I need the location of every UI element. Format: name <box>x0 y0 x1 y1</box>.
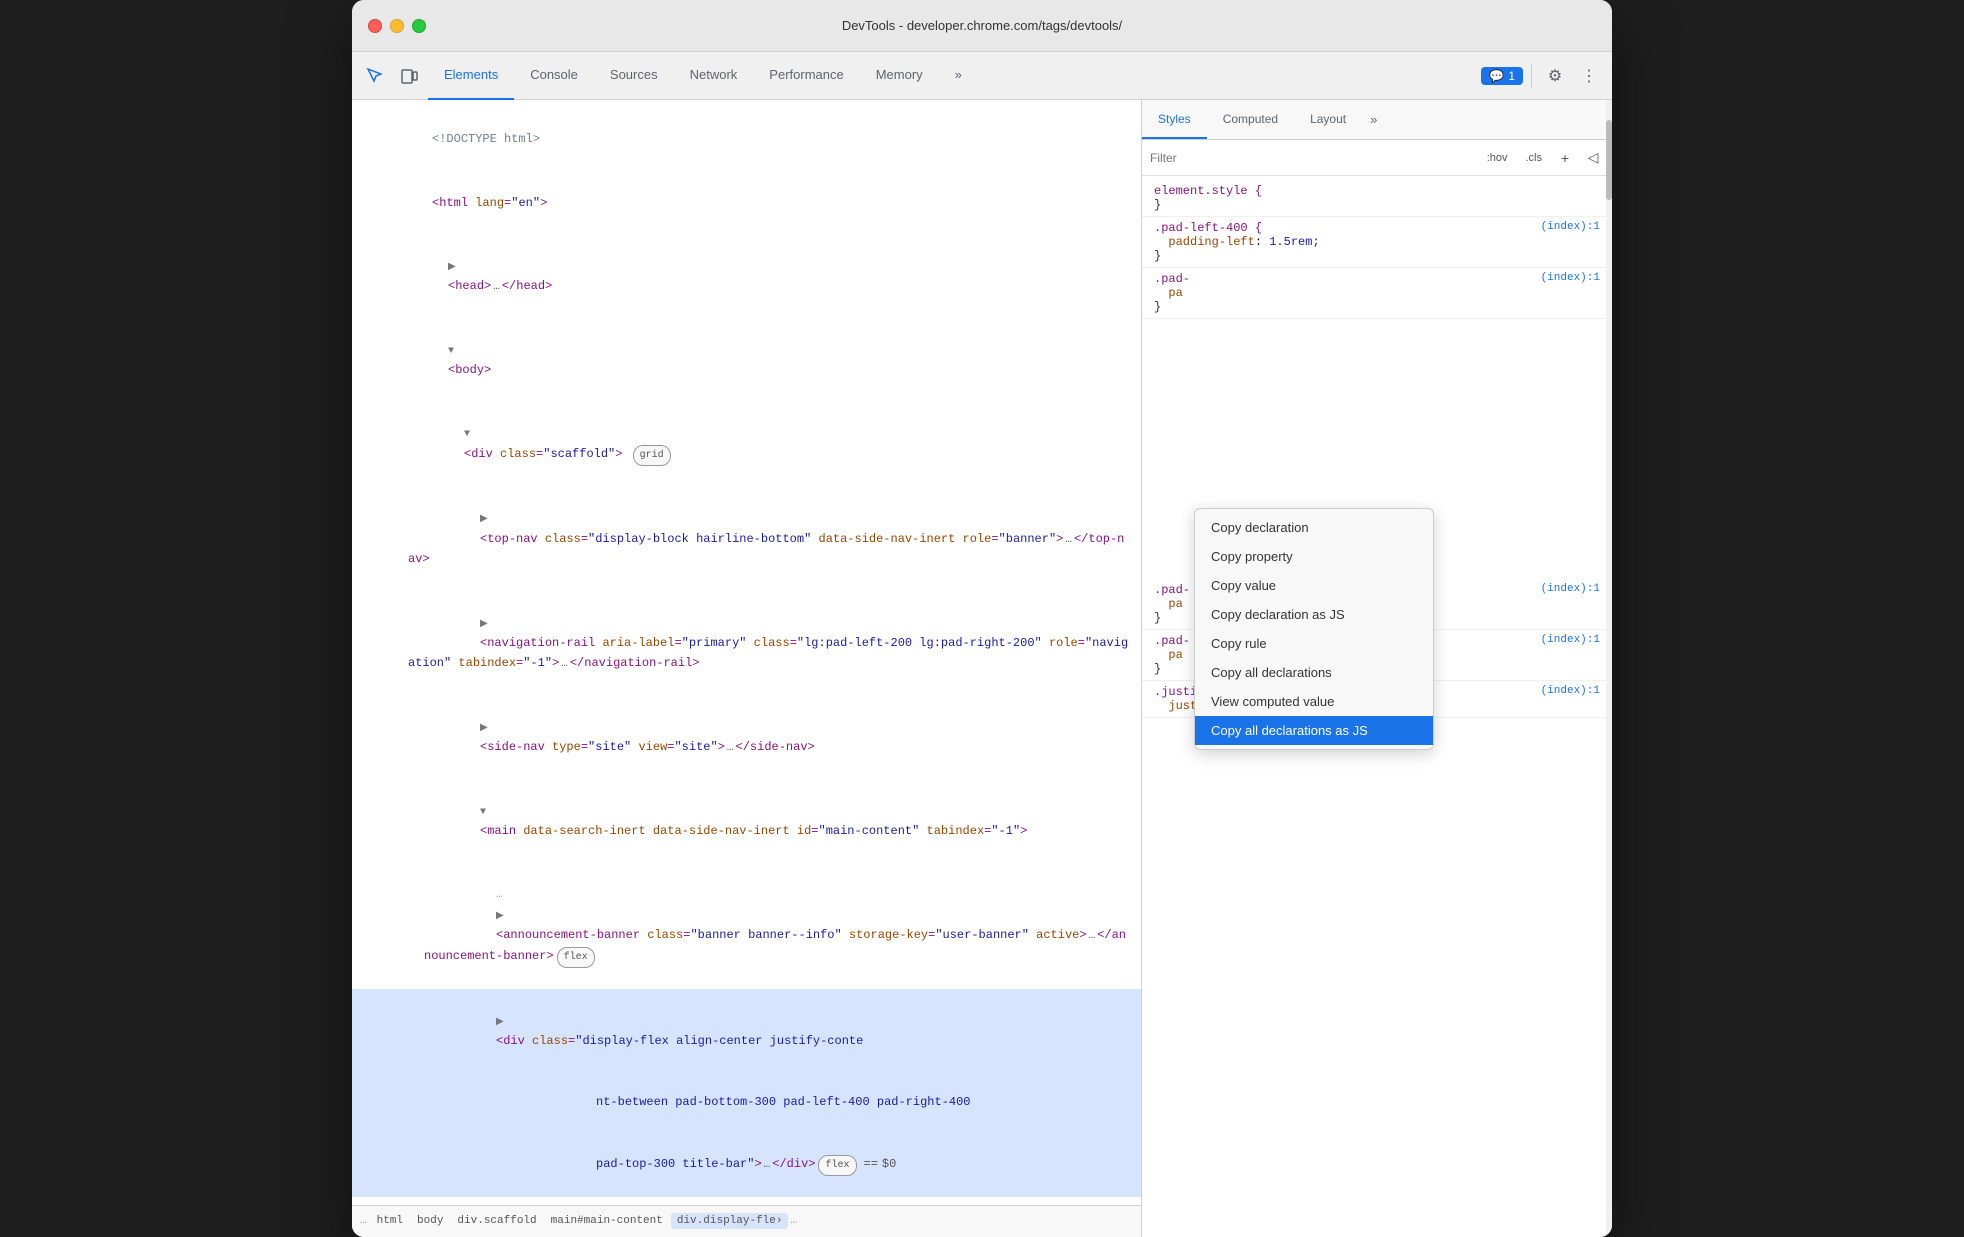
html-line[interactable]: ▶ <navigation-rail aria-label="primary" … <box>352 591 1141 695</box>
devtools-toolbar: Elements Console Sources Network Perform… <box>352 52 1612 100</box>
css-source[interactable]: (index):1 <box>1541 583 1600 595</box>
chat-count: 1 <box>1508 69 1515 83</box>
breadcrumb-body[interactable]: body <box>411 1213 449 1229</box>
inspect-element-button[interactable] <box>360 61 390 91</box>
breadcrumb-ellipsis: … <box>360 1215 367 1227</box>
elements-panel: <!DOCTYPE html> <html lang="en"> ▶ <head… <box>352 100 1142 1237</box>
breadcrumb-scaffold[interactable]: div.scaffold <box>451 1213 542 1229</box>
elements-content[interactable]: <!DOCTYPE html> <html lang="en"> ▶ <head… <box>352 100 1141 1205</box>
breadcrumb-html[interactable]: html <box>371 1213 409 1229</box>
tab-more[interactable]: » <box>939 52 978 100</box>
tab-sources[interactable]: Sources <box>594 52 674 100</box>
html-line[interactable]: ▶ <side-nav type="site" view="site">…</s… <box>352 695 1141 779</box>
html-line[interactable]: ▶ <top-nav class="display-block hairline… <box>352 487 1141 591</box>
device-toggle-button[interactable] <box>394 61 424 91</box>
css-property[interactable]: pa <box>1168 648 1182 662</box>
html-line[interactable]: <html lang="en"> <box>352 171 1141 234</box>
devtools-window: DevTools - developer.chrome.com/tags/dev… <box>352 0 1612 1237</box>
close-button[interactable] <box>368 19 382 33</box>
toolbar-divider <box>1531 64 1532 88</box>
context-menu-copy-all-js[interactable]: Copy all declarations as JS <box>1195 716 1433 745</box>
more-options-button[interactable]: ⋮ <box>1574 61 1604 91</box>
css-selector[interactable]: .pad- <box>1154 634 1190 648</box>
breadcrumb-div[interactable]: div.display-fle› <box>671 1213 789 1229</box>
styles-filter-input[interactable] <box>1150 146 1475 170</box>
css-rule-element-style: element.style { } <box>1142 180 1612 217</box>
html-line[interactable]: ▼ <main data-search-inert data-side-nav-… <box>352 779 1141 863</box>
html-line[interactable]: ▼ <body> <box>352 318 1141 402</box>
context-menu-copy-all-declarations[interactable]: Copy all declarations <box>1195 658 1433 687</box>
maximize-button[interactable] <box>412 19 426 33</box>
sidebar-toggle-button[interactable]: ◁ <box>1582 147 1604 169</box>
context-menu-copy-property[interactable]: Copy property <box>1195 542 1433 571</box>
chat-icon: 💬 <box>1489 69 1504 83</box>
css-rule-pad-left-400: .pad-left-400 { (index):1 padding-left: … <box>1142 217 1612 268</box>
css-source[interactable]: (index):1 <box>1541 685 1600 697</box>
styles-content: element.style { } .pad-left-400 { (index… <box>1142 176 1612 1237</box>
tab-performance[interactable]: Performance <box>753 52 859 100</box>
chat-button[interactable]: 💬 1 <box>1481 67 1523 85</box>
styles-filter-bar: :hov .cls + ◁ <box>1142 140 1612 176</box>
inspect-icon <box>366 67 384 85</box>
toolbar-right: 💬 1 ⚙ ⋮ <box>1481 61 1604 91</box>
window-title: DevTools - developer.chrome.com/tags/dev… <box>368 18 1596 33</box>
title-bar: DevTools - developer.chrome.com/tags/dev… <box>352 0 1612 52</box>
add-style-button[interactable]: + <box>1554 147 1576 169</box>
device-icon <box>400 67 418 85</box>
grid-badge[interactable]: grid <box>633 445 671 466</box>
tab-styles[interactable]: Styles <box>1142 100 1207 139</box>
context-menu-copy-declaration[interactable]: Copy declaration <box>1195 513 1433 542</box>
tab-console[interactable]: Console <box>514 52 594 100</box>
traffic-lights <box>368 19 426 33</box>
css-value[interactable]: 1.5rem; <box>1269 235 1319 249</box>
styles-panel: Styles Computed Layout » :hov .cls + ◁ <box>1142 100 1612 1237</box>
doctype-text: <!DOCTYPE html> <box>432 132 540 146</box>
main-tabs: Elements Console Sources Network Perform… <box>428 52 1477 100</box>
html-line[interactable]: … ▶ <announcement-banner class="banner b… <box>352 863 1141 990</box>
breadcrumb-main[interactable]: main#main-content <box>545 1213 669 1229</box>
html-line[interactable]: <!DOCTYPE html> <box>352 108 1141 171</box>
html-line[interactable]: ▼ <div class="scaffold"> grid <box>352 402 1141 487</box>
css-source[interactable]: (index):1 <box>1541 634 1600 646</box>
html-tag: <html <box>432 196 475 210</box>
css-source[interactable]: (index):1 <box>1541 272 1600 284</box>
breadcrumb-bar: … html body div.scaffold main#main-conte… <box>352 1205 1141 1237</box>
css-source[interactable]: (index):1 <box>1541 221 1600 233</box>
html-line[interactable]: ▶ <head>…</head> <box>352 234 1141 318</box>
cls-filter-button[interactable]: .cls <box>1520 150 1549 166</box>
css-property[interactable]: pa <box>1168 597 1182 611</box>
styles-scrollbar[interactable] <box>1606 100 1612 1237</box>
styles-tabs: Styles Computed Layout » <box>1142 100 1612 140</box>
css-selector[interactable]: element.style { <box>1154 184 1262 198</box>
minimize-button[interactable] <box>390 19 404 33</box>
context-menu-copy-declaration-js[interactable]: Copy declaration as JS <box>1195 600 1433 629</box>
styles-panel-container: Styles Computed Layout » :hov .cls + ◁ <box>1142 100 1612 1237</box>
breadcrumb-end-ellipsis: … <box>790 1215 797 1227</box>
css-rule-pad-2: .pad- (index):1 pa } Copy declaration Co… <box>1142 268 1612 319</box>
tab-elements[interactable]: Elements <box>428 52 514 100</box>
context-menu: Copy declaration Copy property Copy valu… <box>1194 508 1434 750</box>
css-selector[interactable]: .pad-left-400 { <box>1154 221 1262 235</box>
css-property[interactable]: pa <box>1168 286 1182 300</box>
css-property[interactable]: padding-left <box>1168 235 1254 249</box>
devtools-main: <!DOCTYPE html> <html lang="en"> ▶ <head… <box>352 100 1612 1237</box>
html-line-selected[interactable]: ▶ <div class="display-flex align-center … <box>352 989 1141 1197</box>
flex-badge-2[interactable]: flex <box>818 1155 856 1176</box>
css-selector[interactable]: .pad- <box>1154 583 1190 597</box>
tab-layout[interactable]: Layout <box>1294 100 1362 139</box>
settings-button[interactable]: ⚙ <box>1540 61 1570 91</box>
css-selector[interactable]: .pad- <box>1154 272 1190 286</box>
context-menu-copy-rule[interactable]: Copy rule <box>1195 629 1433 658</box>
styles-more-tabs[interactable]: » <box>1362 100 1385 139</box>
styles-scrollbar-thumb[interactable] <box>1606 120 1612 200</box>
tab-network[interactable]: Network <box>674 52 754 100</box>
context-menu-copy-value[interactable]: Copy value <box>1195 571 1433 600</box>
tab-memory[interactable]: Memory <box>860 52 939 100</box>
hov-filter-button[interactable]: :hov <box>1481 150 1514 166</box>
tab-computed[interactable]: Computed <box>1207 100 1294 139</box>
context-menu-view-computed[interactable]: View computed value <box>1195 687 1433 716</box>
flex-badge[interactable]: flex <box>557 947 595 968</box>
